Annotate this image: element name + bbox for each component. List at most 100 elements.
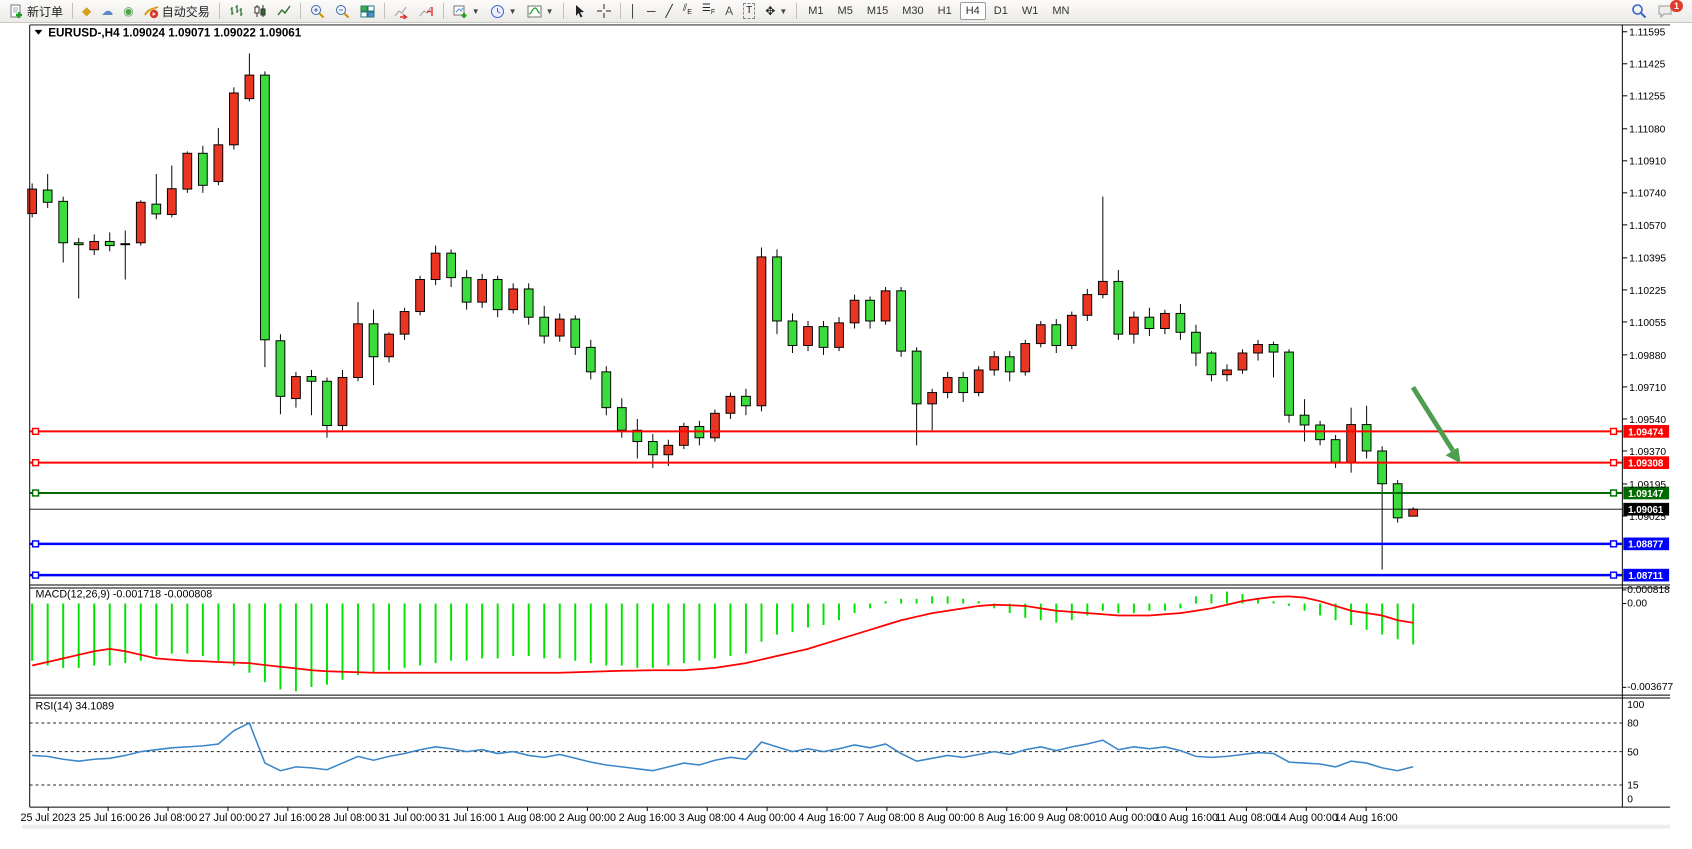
candle-body-down bbox=[788, 321, 797, 345]
tf-button-H4[interactable]: H4 bbox=[960, 2, 986, 20]
toolbar-separator bbox=[72, 3, 73, 19]
price-tick-label: 1.10395 bbox=[1629, 254, 1666, 265]
price-tick-label: 1.10910 bbox=[1629, 157, 1666, 168]
arrows-tool[interactable]: ✥▼ bbox=[760, 1, 792, 21]
price-tick-label: 1.11595 bbox=[1629, 28, 1665, 39]
candle-body-up bbox=[1347, 425, 1356, 463]
line-handle[interactable] bbox=[33, 572, 39, 578]
candle-body-down bbox=[571, 319, 580, 347]
candle-body-down bbox=[493, 280, 502, 310]
crosshair-tool-button[interactable] bbox=[592, 1, 616, 21]
candle-body-up bbox=[1021, 344, 1030, 372]
horizontal-line-tool[interactable]: ─ bbox=[642, 1, 661, 21]
periods-button[interactable]: ▼ bbox=[485, 1, 522, 21]
candle bbox=[711, 410, 720, 442]
time-tick-label: 14 Aug 00:00 bbox=[1275, 812, 1338, 824]
trendline-icon: ╱ bbox=[666, 4, 673, 18]
price-tick-label: 1.11425 bbox=[1629, 60, 1665, 71]
new-chart-button[interactable]: ▼ bbox=[448, 1, 485, 21]
candle-body-up bbox=[509, 289, 518, 310]
time-tick-label: 10 Aug 00:00 bbox=[1095, 812, 1158, 824]
rsi-tick-label: 0 bbox=[1627, 794, 1633, 805]
arrows-icon: ✥ bbox=[765, 4, 775, 18]
time-tick-label: 4 Aug 00:00 bbox=[739, 812, 796, 824]
clock-icon bbox=[490, 4, 505, 19]
tf-button-D1[interactable]: D1 bbox=[988, 2, 1014, 20]
candle-body-up bbox=[555, 319, 564, 336]
chart-shift-button[interactable] bbox=[414, 1, 439, 21]
line-handle[interactable] bbox=[33, 460, 39, 466]
vertical-line-tool[interactable]: │ bbox=[625, 1, 643, 21]
candle-body-down bbox=[1378, 451, 1387, 484]
price-tick-label: 1.10225 bbox=[1629, 286, 1666, 297]
notifications-button[interactable]: 1 bbox=[1652, 1, 1688, 21]
bar-chart-icon bbox=[229, 4, 243, 18]
tf-button-M5[interactable]: M5 bbox=[832, 2, 859, 20]
price-tick-label: 1.09540 bbox=[1629, 415, 1666, 426]
tf-button-M1[interactable]: M1 bbox=[802, 2, 829, 20]
candle-body-down bbox=[59, 201, 68, 242]
time-tick-label: 11 Aug 08:00 bbox=[1215, 812, 1277, 824]
candle bbox=[198, 146, 207, 193]
cursor-tool-button[interactable] bbox=[568, 1, 592, 21]
toolbar-separator bbox=[796, 3, 797, 19]
signals-button[interactable]: ◉ bbox=[118, 1, 138, 21]
fibonacci-tool[interactable]: ☰F bbox=[697, 1, 720, 21]
candle-body-up bbox=[1161, 313, 1170, 328]
line-chart-button[interactable] bbox=[272, 1, 296, 21]
candle-body-down bbox=[866, 300, 875, 321]
tf-button-M15[interactable]: M15 bbox=[861, 2, 894, 20]
tf-button-M30[interactable]: M30 bbox=[896, 2, 929, 20]
zoom-out-button[interactable] bbox=[330, 1, 355, 21]
line-handle[interactable] bbox=[1611, 490, 1617, 496]
auto-scroll-button[interactable] bbox=[389, 1, 414, 21]
line-handle[interactable] bbox=[1611, 428, 1617, 434]
zoom-in-button[interactable] bbox=[305, 1, 330, 21]
time-tick-label: 28 Jul 08:00 bbox=[319, 812, 377, 824]
tf-button-MN[interactable]: MN bbox=[1046, 2, 1075, 20]
autotrading-button[interactable]: 自动交易 bbox=[139, 1, 215, 21]
candle-body-down bbox=[462, 278, 471, 302]
price-tick-label: 1.09025 bbox=[1629, 512, 1666, 523]
chart-title: EURUSD-,H4 1.09024 1.09071 1.09022 1.090… bbox=[48, 27, 302, 40]
line-handle[interactable] bbox=[33, 541, 39, 547]
bar-chart-button[interactable] bbox=[224, 1, 248, 21]
line-handle[interactable] bbox=[1611, 541, 1617, 547]
tile-windows-button[interactable] bbox=[355, 1, 380, 21]
chart-window[interactable]: MACD(12,26,9) -0.001718 -0.000808RSI(14)… bbox=[0, 23, 1692, 849]
candle bbox=[679, 423, 688, 449]
candle-body-up bbox=[711, 413, 720, 437]
channel-tool[interactable]: ⫽E bbox=[678, 1, 697, 21]
tf-button-H1[interactable]: H1 bbox=[932, 2, 958, 20]
time-tick-label: 2 Aug 16:00 bbox=[619, 812, 676, 824]
community-button[interactable]: ☁ bbox=[96, 1, 118, 21]
indicators-button[interactable]: ▼ bbox=[522, 1, 559, 21]
new-order-button[interactable]: 新订单 bbox=[4, 1, 68, 21]
time-tick-label: 3 Aug 08:00 bbox=[679, 812, 736, 824]
candle bbox=[229, 87, 238, 149]
candle-body-down bbox=[307, 377, 316, 382]
text-tool[interactable]: A bbox=[720, 1, 738, 21]
notification-badge: 1 bbox=[1670, 0, 1683, 12]
candle-body-up bbox=[354, 324, 363, 378]
candle-body-down bbox=[152, 204, 161, 214]
crosshair-icon bbox=[597, 4, 611, 18]
trendline-tool[interactable]: ╱ bbox=[661, 1, 678, 21]
candlestick-chart-button[interactable] bbox=[248, 1, 272, 21]
line-handle[interactable] bbox=[1611, 460, 1617, 466]
text-label-tool[interactable]: T bbox=[738, 1, 760, 21]
market-button[interactable]: ◆ bbox=[77, 1, 96, 21]
toolbar-separator bbox=[443, 3, 444, 19]
candle-body-down bbox=[105, 241, 114, 245]
chevron-down-icon: ▼ bbox=[779, 7, 787, 16]
search-button[interactable] bbox=[1626, 1, 1652, 21]
candle-body-up bbox=[1223, 370, 1232, 375]
tf-button-W1[interactable]: W1 bbox=[1016, 2, 1045, 20]
candle-body-down bbox=[648, 442, 657, 455]
line-handle[interactable] bbox=[33, 428, 39, 434]
candle-body-down bbox=[74, 243, 83, 245]
line-handle[interactable] bbox=[33, 490, 39, 496]
chart-canvas[interactable]: MACD(12,26,9) -0.001718 -0.000808RSI(14)… bbox=[0, 23, 1692, 849]
time-tick-label: 31 Jul 16:00 bbox=[438, 812, 496, 824]
line-handle[interactable] bbox=[1611, 572, 1617, 578]
